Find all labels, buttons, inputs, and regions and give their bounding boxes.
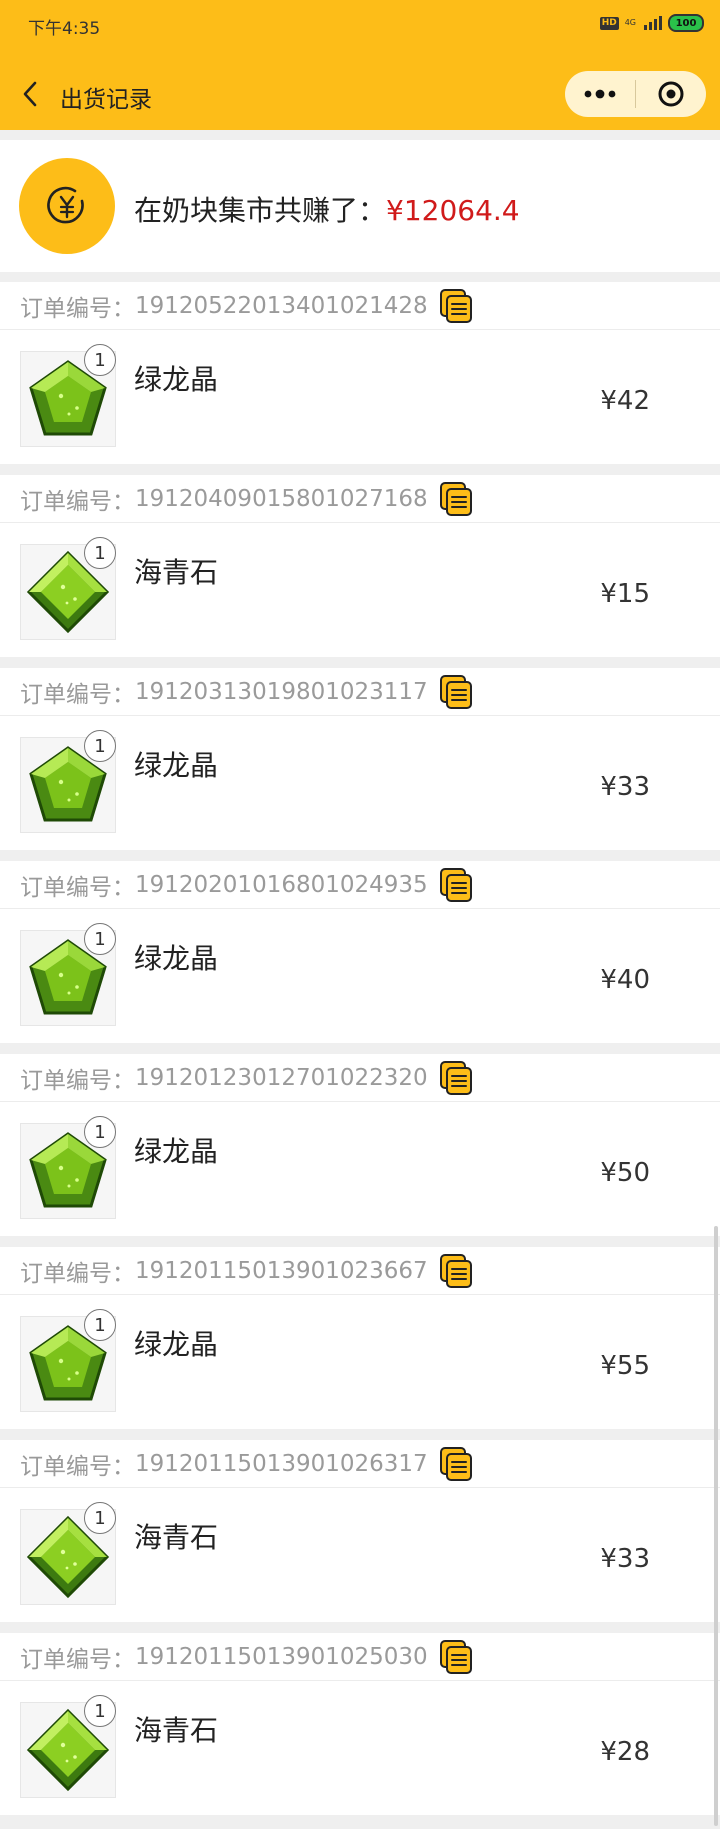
item-name: 绿龙晶: [134, 1328, 219, 1361]
earnings-label: 在奶块集市共赚了：: [134, 194, 387, 227]
signal-icon: [644, 16, 662, 30]
order-card[interactable]: 订单编号： 19120123012701022320 1 绿龙晶 ¥50: [0, 1054, 720, 1236]
order-item[interactable]: 1 绿龙晶 ¥55: [0, 1295, 720, 1429]
order-number-label: 订单编号：: [20, 488, 135, 515]
quantity-badge: 1: [84, 537, 116, 569]
top-bar: 下午4:35 HD 4G 100 出货记录: [0, 0, 720, 130]
order-card[interactable]: 订单编号： 19120115013901026317 1 海青石 ¥33: [0, 1440, 720, 1622]
network-indicator: 4G: [625, 19, 636, 27]
item-name: 绿龙晶: [134, 363, 219, 396]
quantity-badge: 1: [84, 1695, 116, 1727]
quantity-badge: 1: [84, 730, 116, 762]
order-number-label: 订单编号：: [20, 1453, 135, 1480]
item-price: ¥15: [600, 579, 650, 609]
copy-icon[interactable]: [438, 481, 474, 517]
order-header: 订单编号： 19120123012701022320: [0, 1054, 720, 1102]
battery-icon: 100: [668, 14, 704, 32]
order-item[interactable]: 1 海青石 ¥15: [0, 523, 720, 657]
copy-icon[interactable]: [438, 867, 474, 903]
order-card[interactable]: 订单编号： 19120409015801027168 1 海青石 ¥15: [0, 475, 720, 657]
order-card[interactable]: 订单编号： 19120201016801024935 1 绿龙晶 ¥40: [0, 861, 720, 1043]
status-icons: HD 4G 100: [599, 14, 704, 32]
close-button[interactable]: [636, 71, 706, 117]
order-item[interactable]: 1 绿龙晶 ¥33: [0, 716, 720, 850]
battery-level: 100: [675, 17, 697, 29]
item-price: ¥40: [600, 965, 650, 995]
quantity-badge: 1: [84, 344, 116, 376]
order-header: 订单编号： 19120115013901025030: [0, 1633, 720, 1681]
yuan-coin-icon: [19, 158, 115, 254]
quantity-badge: 1: [84, 1309, 116, 1341]
order-card[interactable]: 订单编号： 19120115013901025030 1 海青石 ¥28: [0, 1633, 720, 1815]
order-item[interactable]: 1 海青石 ¥28: [0, 1681, 720, 1815]
network-type: 4G: [624, 18, 636, 27]
item-name: 绿龙晶: [134, 942, 219, 975]
more-button[interactable]: [565, 71, 635, 117]
order-item[interactable]: 1 海青石 ¥33: [0, 1488, 720, 1622]
order-header: 订单编号： 19120201016801024935: [0, 861, 720, 909]
order-number: 19120115013901025030: [135, 1643, 428, 1670]
mini-program-capsule: [565, 71, 706, 117]
page-title: 出货记录: [60, 87, 152, 113]
order-number-label: 订单编号：: [20, 874, 135, 901]
order-number-label: 订单编号：: [20, 681, 135, 708]
copy-icon[interactable]: [438, 674, 474, 710]
item-price: ¥42: [600, 386, 650, 416]
item-name: 海青石: [134, 556, 219, 589]
back-button[interactable]: [16, 76, 44, 112]
order-number: 19120522013401021428: [135, 292, 428, 319]
order-item[interactable]: 1 绿龙晶 ¥42: [0, 330, 720, 464]
copy-icon[interactable]: [438, 1253, 474, 1289]
order-card[interactable]: 订单编号： 19120522013401021428 1 绿龙晶 ¥42: [0, 282, 720, 464]
quantity-badge: 1: [84, 923, 116, 955]
order-number-label: 订单编号：: [20, 1646, 135, 1673]
order-number: 19120201016801024935: [135, 871, 428, 898]
more-dots-icon: [584, 89, 616, 99]
item-price: ¥33: [600, 772, 650, 802]
earnings-summary-card: 在奶块集市共赚了：¥12064.4: [0, 140, 720, 272]
quantity-badge: 1: [84, 1502, 116, 1534]
earnings-amount: ¥12064.4: [386, 194, 520, 227]
order-number: 19120115013901023667: [135, 1257, 428, 1284]
quantity-badge: 1: [84, 1116, 116, 1148]
order-header: 订单编号： 19120522013401021428: [0, 282, 720, 330]
target-circle-icon: [658, 81, 684, 107]
item-price: ¥28: [600, 1737, 650, 1767]
hd-icon: HD: [599, 16, 619, 30]
order-number: 19120115013901026317: [135, 1450, 428, 1477]
copy-icon[interactable]: [438, 1446, 474, 1482]
order-card[interactable]: 订单编号： 19120115013901023667 1 绿龙晶 ¥55: [0, 1247, 720, 1429]
order-header: 订单编号： 19120115013901023667: [0, 1247, 720, 1295]
item-name: 海青石: [134, 1521, 219, 1554]
item-price: ¥50: [600, 1158, 650, 1188]
order-number: 19120123012701022320: [135, 1064, 428, 1091]
order-number-label: 订单编号：: [20, 1067, 135, 1094]
yuan-symbol-icon: [47, 186, 84, 224]
order-item[interactable]: 1 绿龙晶 ¥50: [0, 1102, 720, 1236]
order-list: 订单编号： 19120522013401021428 1 绿龙晶 ¥42 订单编号…: [0, 282, 720, 1826]
order-number: 19120409015801027168: [135, 485, 428, 512]
order-card[interactable]: 订单编号： 19120313019801023117 1 绿龙晶 ¥33: [0, 668, 720, 850]
order-item[interactable]: 1 绿龙晶 ¥40: [0, 909, 720, 1043]
copy-icon[interactable]: [438, 288, 474, 324]
chevron-left-icon: [23, 81, 37, 107]
order-header: 订单编号： 19120115013901026317: [0, 1440, 720, 1488]
item-name: 绿龙晶: [134, 1135, 219, 1168]
order-number-label: 订单编号：: [20, 295, 135, 322]
order-number: 19120313019801023117: [135, 678, 428, 705]
scrollbar[interactable]: [714, 1226, 718, 1826]
status-time: 下午4:35: [28, 19, 101, 39]
order-number-label: 订单编号：: [20, 1260, 135, 1287]
item-price: ¥55: [600, 1351, 650, 1381]
item-name: 绿龙晶: [134, 749, 219, 782]
earnings-text: 在奶块集市共赚了：¥12064.4: [134, 189, 520, 229]
copy-icon[interactable]: [438, 1639, 474, 1675]
item-price: ¥33: [600, 1544, 650, 1574]
item-name: 海青石: [134, 1714, 219, 1747]
order-header: 订单编号： 19120313019801023117: [0, 668, 720, 716]
order-header: 订单编号： 19120409015801027168: [0, 475, 720, 523]
copy-icon[interactable]: [438, 1060, 474, 1096]
